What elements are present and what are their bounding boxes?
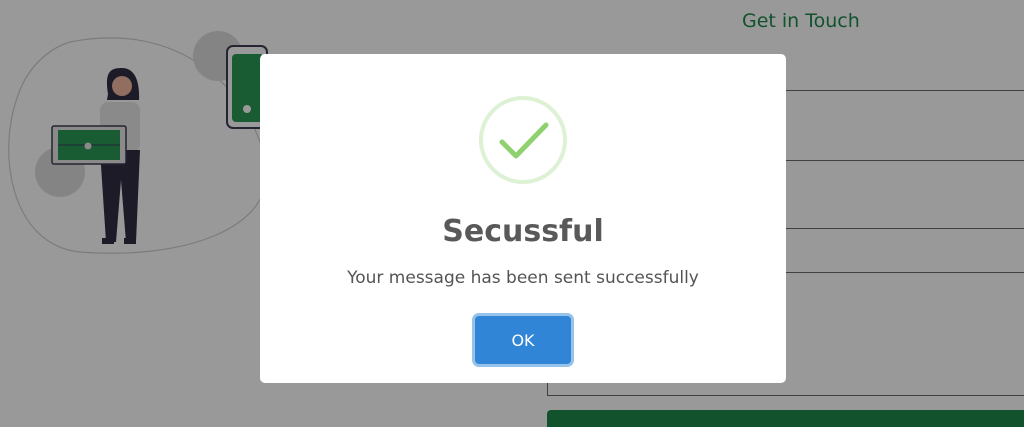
- success-check-icon: [479, 96, 567, 184]
- dialog-message: Your message has been sent successfully: [347, 268, 699, 288]
- ok-button[interactable]: OK: [475, 316, 571, 364]
- success-dialog: Secussful Your message has been sent suc…: [260, 54, 786, 383]
- dialog-title: Secussful: [442, 214, 604, 249]
